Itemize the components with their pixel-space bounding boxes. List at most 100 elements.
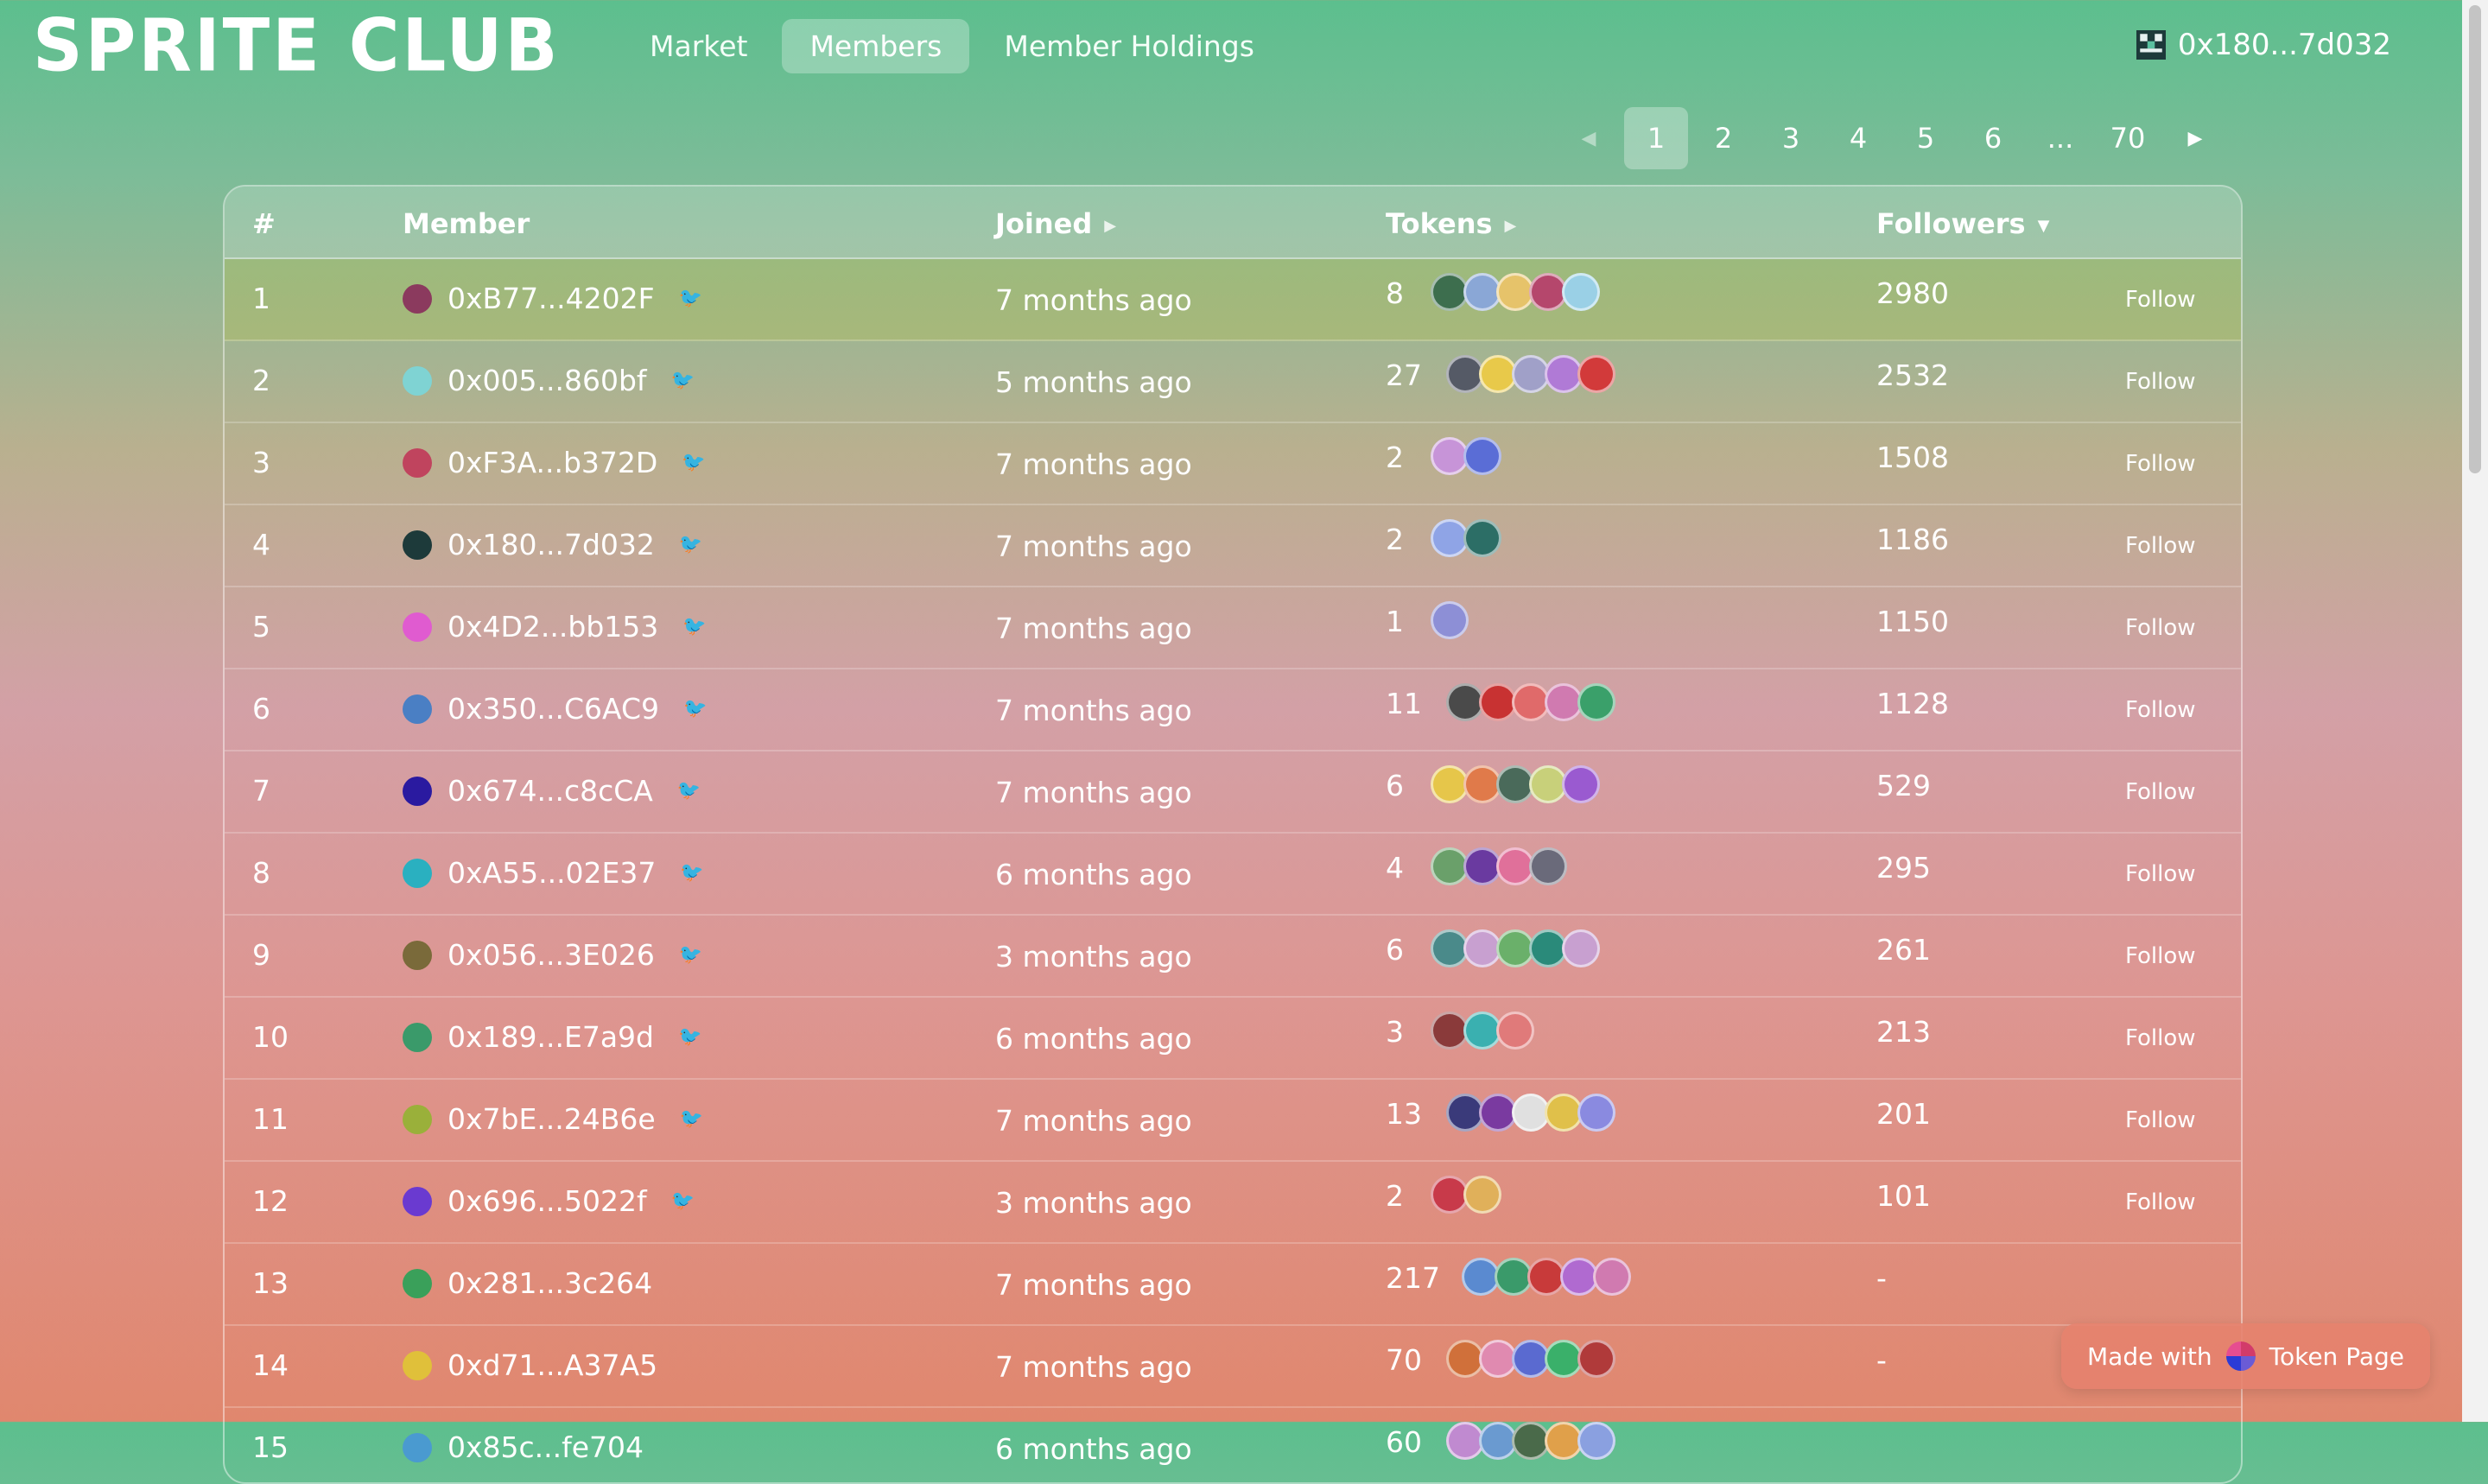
table-row: 9 0x056...3E026 🐦 3 months ago 6 261 Fol…	[225, 916, 2241, 998]
member-avatar[interactable]	[403, 940, 432, 970]
table-body: 1 0xB77...4202F 🐦 7 months ago 8 2980 Fo…	[225, 259, 2241, 1482]
scrollbar[interactable]	[2462, 0, 2488, 1422]
follow-button[interactable]: Follow	[2125, 943, 2196, 969]
twitter-icon[interactable]: 🐦	[683, 698, 707, 720]
token-avatar[interactable]	[1463, 1176, 1501, 1214]
follow-button[interactable]: Follow	[2125, 1025, 2196, 1051]
member-avatar[interactable]	[403, 530, 432, 560]
twitter-icon[interactable]: 🐦	[682, 616, 706, 637]
page-6[interactable]: 6	[1961, 107, 2025, 169]
member-avatar[interactable]	[403, 776, 432, 806]
page-70[interactable]: 70	[2096, 107, 2160, 169]
twitter-icon[interactable]: 🐦	[682, 452, 705, 473]
member-address[interactable]: 0x189...E7a9d	[447, 1020, 654, 1054]
nav-members[interactable]: Members	[782, 19, 970, 73]
token-avatar[interactable]	[1577, 1340, 1615, 1378]
token-count: 6	[1386, 769, 1404, 802]
member-avatar[interactable]	[403, 1268, 432, 1298]
token-avatar[interactable]	[1577, 683, 1615, 721]
member-avatar[interactable]	[403, 1432, 432, 1462]
member-address[interactable]: 0xF3A...b372D	[447, 446, 657, 479]
member-avatar[interactable]	[403, 1104, 432, 1134]
twitter-icon[interactable]: 🐦	[680, 1108, 703, 1130]
page-2[interactable]: 2	[1691, 107, 1755, 169]
member-avatar[interactable]	[403, 283, 432, 314]
page-4[interactable]: 4	[1826, 107, 1890, 169]
token-avatar[interactable]	[1577, 1094, 1615, 1132]
wallet-button[interactable]: 0x180...7d032	[2136, 28, 2391, 62]
table-row: 12 0x696...5022f 🐦 3 months ago 2 101 Fo…	[225, 1162, 2241, 1244]
twitter-icon[interactable]: 🐦	[679, 944, 702, 966]
follow-button[interactable]: Follow	[2125, 615, 2196, 641]
member-avatar[interactable]	[403, 1186, 432, 1216]
member-address[interactable]: 0xB77...4202F	[447, 282, 655, 315]
twitter-icon[interactable]: 🐦	[679, 534, 702, 555]
member-avatar[interactable]	[403, 447, 432, 478]
page-1[interactable]: 1	[1624, 107, 1688, 169]
follow-button[interactable]: Follow	[2125, 1107, 2196, 1133]
token-avatar[interactable]	[1593, 1258, 1631, 1296]
twitter-icon[interactable]: 🐦	[680, 862, 703, 884]
twitter-icon[interactable]: 🐦	[671, 1190, 695, 1212]
token-avatar[interactable]	[1562, 273, 1600, 311]
prev-page-icon[interactable]: ◀	[1557, 107, 1621, 169]
token-avatar[interactable]	[1496, 1012, 1534, 1050]
token-count: 4	[1386, 851, 1404, 885]
follow-button[interactable]: Follow	[2125, 451, 2196, 477]
member-avatar[interactable]	[403, 858, 432, 888]
sort-arrow-icon: ▶	[1104, 216, 1117, 235]
token-avatars	[1446, 1340, 1615, 1378]
token-avatar[interactable]	[1529, 847, 1567, 885]
member-address[interactable]: 0x281...3c264	[447, 1266, 652, 1300]
token-avatar[interactable]	[1463, 519, 1501, 557]
member-avatar[interactable]	[403, 1350, 432, 1380]
joined-cell: 7 months ago	[995, 447, 1192, 481]
member-address[interactable]: 0x696...5022f	[447, 1184, 647, 1218]
member-address[interactable]: 0x4D2...bb153	[447, 610, 658, 644]
app-logo[interactable]: SPRITE CLUB	[33, 3, 560, 88]
member-avatar[interactable]	[403, 365, 432, 396]
member-address[interactable]: 0x005...860bf	[447, 364, 647, 397]
twitter-icon[interactable]: 🐦	[677, 780, 701, 802]
page-3[interactable]: 3	[1759, 107, 1823, 169]
member-avatar[interactable]	[403, 1022, 432, 1052]
member-address[interactable]: 0x7bE...24B6e	[447, 1102, 656, 1136]
follow-button[interactable]: Follow	[2125, 779, 2196, 805]
member-address[interactable]: 0xA55...02E37	[447, 856, 656, 890]
token-avatar[interactable]	[1431, 601, 1469, 639]
wallet-address: 0x180...7d032	[2177, 28, 2391, 62]
nav-member-holdings[interactable]: Member Holdings	[976, 19, 1282, 73]
member-address[interactable]: 0x350...C6AC9	[447, 692, 659, 726]
col-followers[interactable]: Followers ▼	[1876, 207, 2049, 240]
member-address[interactable]: 0x85c...fe704	[447, 1430, 644, 1464]
next-page-icon[interactable]: ▶	[2163, 107, 2227, 169]
scrollbar-thumb[interactable]	[2469, 5, 2481, 473]
col-joined[interactable]: Joined ▶	[995, 207, 1116, 240]
follow-button[interactable]: Follow	[2125, 861, 2196, 887]
twitter-icon[interactable]: 🐦	[678, 1026, 701, 1048]
token-avatar[interactable]	[1562, 765, 1600, 803]
member-address[interactable]: 0x056...3E026	[447, 938, 655, 972]
twitter-icon[interactable]: 🐦	[671, 370, 695, 391]
follow-button[interactable]: Follow	[2125, 369, 2196, 395]
member-address[interactable]: 0x180...7d032	[447, 528, 655, 561]
follow-button[interactable]: Follow	[2125, 1189, 2196, 1215]
made-with-badge[interactable]: Made with Token Page	[2061, 1323, 2430, 1389]
follow-button[interactable]: Follow	[2125, 533, 2196, 559]
page-5[interactable]: 5	[1894, 107, 1958, 169]
member-avatar[interactable]	[403, 694, 432, 724]
token-avatar[interactable]	[1562, 929, 1600, 967]
token-avatar[interactable]	[1463, 437, 1501, 475]
member-address[interactable]: 0x674...c8cCA	[447, 774, 653, 808]
followers-cell: 261	[1876, 933, 1931, 967]
member-address[interactable]: 0xd71...A37A5	[447, 1348, 657, 1382]
rank-cell: 11	[252, 1102, 289, 1136]
follow-button[interactable]: Follow	[2125, 287, 2196, 313]
token-avatar[interactable]	[1577, 1422, 1615, 1460]
nav-market[interactable]: Market	[622, 19, 775, 73]
follow-button[interactable]: Follow	[2125, 697, 2196, 723]
twitter-icon[interactable]: 🐦	[679, 288, 702, 309]
token-avatar[interactable]	[1577, 355, 1615, 393]
col-tokens[interactable]: Tokens ▶	[1386, 207, 1516, 240]
member-avatar[interactable]	[403, 612, 432, 642]
